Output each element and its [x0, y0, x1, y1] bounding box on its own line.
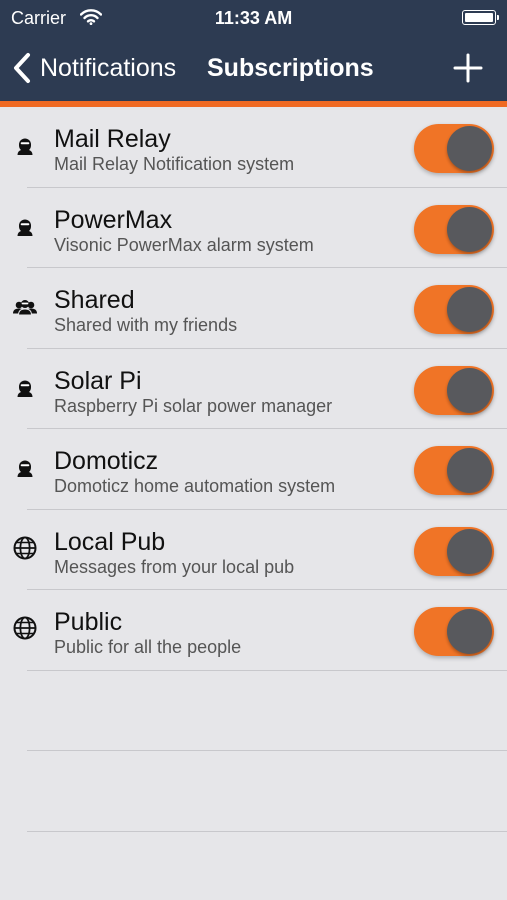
back-label: Notifications [40, 53, 177, 82]
subscription-name: Domoticz [54, 447, 159, 475]
subscription-name: PowerMax [54, 205, 173, 234]
toggle-knob [447, 609, 492, 654]
globe-icon [12, 535, 38, 561]
subscription-name: Shared [54, 286, 135, 314]
subscription-description: Shared with my friends [54, 315, 238, 335]
empty-row [0, 751, 507, 832]
toggle-knob [447, 287, 492, 332]
toggle-knob [447, 448, 492, 493]
battery-icon [462, 10, 499, 25]
subscription-toggle[interactable] [414, 446, 494, 495]
toggle-knob [447, 367, 492, 413]
clock: 11:33 AM [214, 8, 293, 28]
toggle-knob [447, 206, 492, 252]
subscription-toggle[interactable] [414, 124, 494, 173]
globe-icon [12, 615, 38, 641]
navigation-bar: Carrier 11:33 AM Notifications Subscript… [0, 0, 507, 101]
page-title: Subscriptions [207, 54, 374, 82]
subscription-toggle[interactable] [414, 204, 494, 254]
subscription-toggle[interactable] [414, 607, 494, 656]
empty-row [0, 671, 507, 751]
subscription-row[interactable]: PowerMax Visonic PowerMax alarm system [0, 188, 507, 268]
subscription-description: Visonic PowerMax alarm system [54, 234, 314, 255]
toggle-knob [447, 528, 492, 574]
subscription-name: Mail Relay [54, 125, 171, 153]
subscription-name: Local Pub [54, 527, 166, 556]
subscription-toggle[interactable] [414, 285, 494, 334]
row-separator [27, 830, 507, 832]
toggle-knob [447, 126, 492, 171]
subscription-row[interactable]: Local Pub Messages from your local pub [0, 510, 507, 590]
group-icon [12, 293, 38, 319]
subscription-name: Public [54, 608, 123, 636]
plus-icon [453, 53, 483, 83]
user-icon [12, 132, 38, 158]
add-button[interactable] [452, 52, 484, 84]
subscription-list: Mail Relay Mail Relay Notification system… [0, 107, 507, 832]
subscription-row[interactable]: Solar Pi Raspberry Pi solar power manager [0, 349, 507, 429]
subscription-toggle[interactable] [414, 365, 494, 415]
back-button[interactable]: Notifications [12, 50, 176, 86]
subscription-row[interactable]: Mail Relay Mail Relay Notification system [0, 107, 507, 188]
subscription-row[interactable]: Domoticz Domoticz home automation system [0, 429, 507, 510]
status-bar: Carrier 11:33 AM [0, 0, 507, 36]
subscription-name: Solar Pi [54, 366, 142, 395]
user-icon [12, 454, 38, 480]
subscription-description: Mail Relay Notification system [54, 154, 295, 174]
subscription-row[interactable]: Public Public for all the people [0, 590, 507, 671]
subscription-description: Raspberry Pi solar power manager [54, 395, 333, 416]
user-icon [12, 213, 38, 239]
chevron-left-icon [14, 53, 30, 83]
user-icon [12, 374, 38, 400]
subscription-toggle[interactable] [414, 526, 494, 576]
subscription-description: Public for all the people [54, 637, 242, 657]
subscription-description: Messages from your local pub [54, 556, 295, 577]
subscription-row[interactable]: Shared Shared with my friends [0, 268, 507, 349]
subscription-description: Domoticz home automation system [54, 476, 336, 496]
